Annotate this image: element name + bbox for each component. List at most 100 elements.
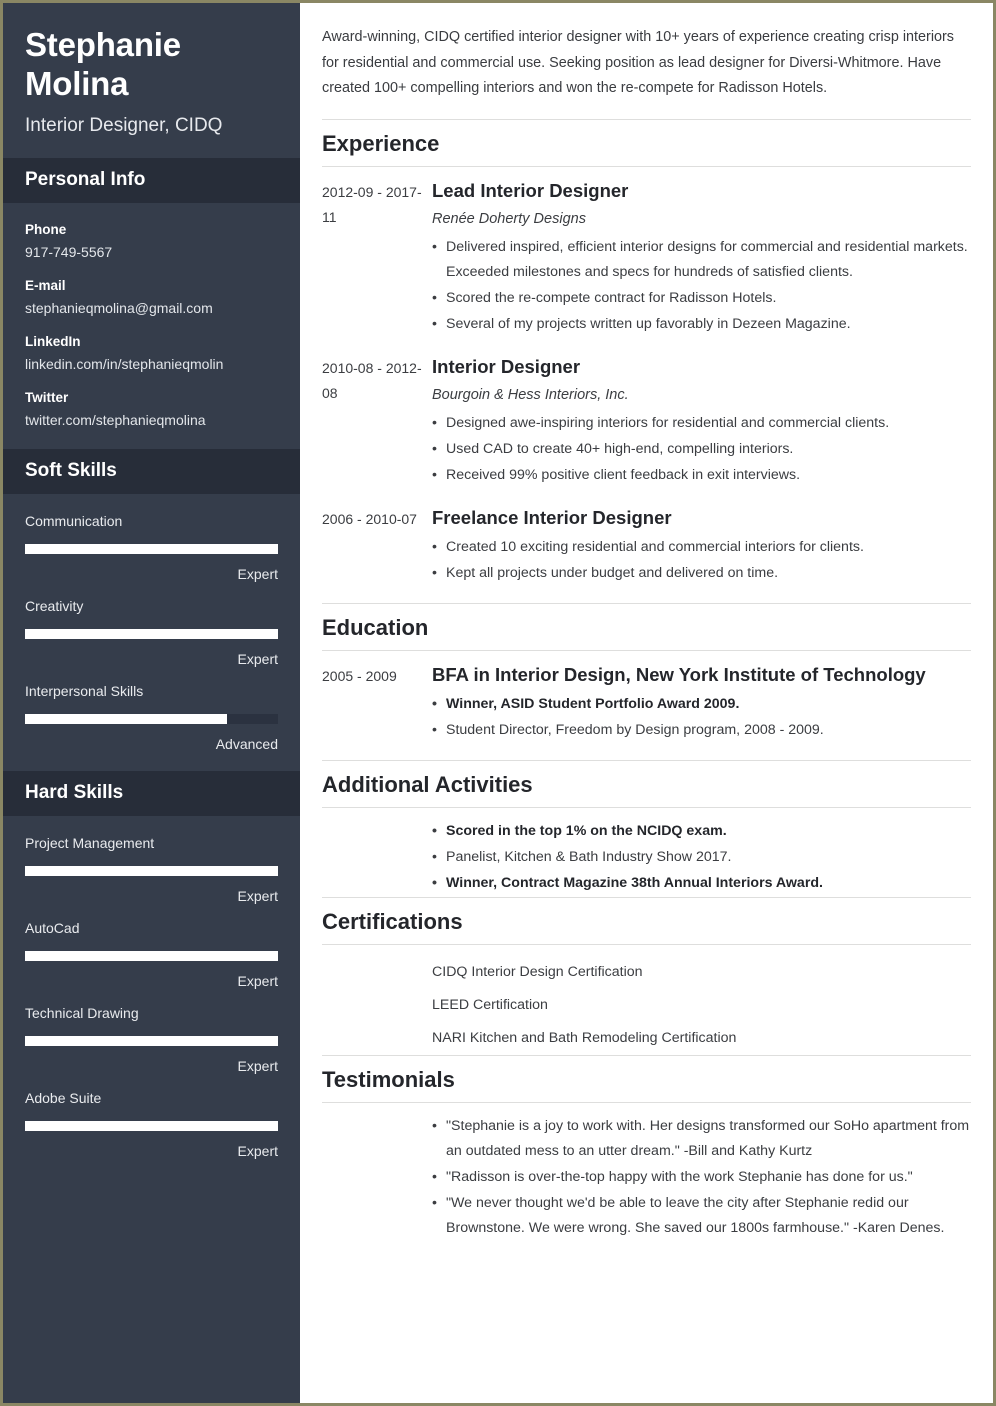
additional-activities-bullets: Scored in the top 1% on the NCIDQ exam.P… (432, 819, 971, 896)
skill-level-label: Expert (237, 566, 278, 582)
section-title-education: Education (322, 602, 971, 651)
resume-page: Stephanie Molina Interior Designer, CIDQ… (0, 0, 996, 1406)
personal-info-list: Phone 917-749-5567 E-mail stephanieqmolina@… (3, 203, 300, 449)
bullet-item: Delivered inspired, efficient interior d… (432, 235, 971, 285)
professional-summary: Award-winning, CIDQ certified interior d… (322, 29, 955, 96)
skill-item: Interpersonal Skills Advanced (25, 682, 278, 753)
bullet-item: Several of my projects written up favora… (432, 312, 971, 337)
personal-info-label: Phone (25, 222, 67, 237)
testimonials-bullets: "Stephanie is a joy to work with. Her de… (432, 1114, 971, 1241)
section-additional-activities: Additional Activities Scored in the top … (322, 759, 971, 897)
job-title-subtitle: Interior Designer, CIDQ (25, 115, 223, 136)
resume-entry: 2012-09 - 2017-11 Lead Interior Designer R… (322, 178, 971, 338)
entry-title: Freelance Interior Designer (432, 506, 672, 528)
section-title-certifications: Certifications (322, 896, 971, 945)
main-content: Award-winning, CIDQ certified interior d… (300, 3, 993, 1403)
skill-progress-bar (25, 951, 278, 961)
entry-bullets: Winner, ASID Student Portfolio Award 200… (432, 692, 971, 743)
skill-name: Creativity (25, 598, 84, 614)
testimonials-body: "Stephanie is a joy to work with. Her de… (322, 1103, 971, 1242)
entry-title: BFA in Interior Design, New York Institu… (432, 663, 926, 685)
skill-name: Technical Drawing (25, 1005, 139, 1021)
entry-organization: Renée Doherty Designs (432, 210, 586, 227)
bullet-item: Received 99% positive client feedback in… (432, 463, 971, 488)
entry-bullets: Designed awe-inspiring interiors for res… (432, 411, 971, 488)
entry-bullets: Delivered inspired, efficient interior d… (432, 235, 971, 337)
education-entries: 2005 - 2009 BFA in Interior Design, New Y… (322, 651, 971, 744)
bullet-item: Created 10 exciting residential and comm… (432, 535, 971, 560)
skill-item: Adobe Suite Expert (25, 1089, 278, 1160)
entry-main: BFA in Interior Design, New York Institu… (432, 662, 971, 744)
skill-level-label: Expert (237, 1058, 278, 1074)
section-experience: Experience 2012-09 - 2017-11 Lead Interio… (322, 118, 971, 587)
sidebar-section-header-personal-info: Personal Info (3, 158, 300, 203)
bullet-item: Panelist, Kitchen & Bath Industry Show 2… (432, 845, 971, 870)
bullet-item: Designed awe-inspiring interiors for res… (432, 411, 971, 436)
skill-progress-bar (25, 866, 278, 876)
bullet-item: "Stephanie is a joy to work with. Her de… (432, 1114, 971, 1164)
section-title-testimonials: Testimonials (322, 1054, 971, 1103)
entry-dates: 2005 - 2009 (322, 667, 397, 684)
sidebar-filler (3, 1178, 300, 1403)
skill-progress-fill (25, 866, 278, 876)
certification-item: NARI Kitchen and Bath Remodeling Certifi… (432, 1029, 737, 1046)
bullet-item: Scored in the top 1% on the NCIDQ exam. (432, 819, 971, 844)
resume-entry: 2005 - 2009 BFA in Interior Design, New Y… (322, 662, 971, 744)
sidebar-section-header-hard-skills: Hard Skills (3, 771, 300, 816)
bullet-item: "Radisson is over-the-top happy with the… (432, 1165, 971, 1190)
skill-item: Communication Expert (25, 512, 278, 583)
certifications-body: CIDQ Interior Design Certification LEED C… (322, 945, 971, 1055)
indent-spacer (322, 819, 432, 897)
entry-main: Interior Designer Bourgoin & Hess Interio… (432, 354, 971, 489)
indent-spacer (322, 956, 432, 1055)
skill-progress-fill (25, 629, 278, 639)
skill-progress-bar (25, 714, 278, 724)
skill-name: Interpersonal Skills (25, 683, 144, 699)
bullet-item: Winner, ASID Student Portfolio Award 200… (432, 692, 971, 717)
skill-progress-fill (25, 1121, 278, 1131)
bullet-item: Winner, Contract Magazine 38th Annual In… (432, 871, 971, 896)
skill-item: AutoCad Expert (25, 919, 278, 990)
section-title-additional-activities: Additional Activities (322, 759, 971, 808)
personal-info-item: LinkedIn linkedin.com/in/stephanieqmolin (25, 333, 278, 374)
personal-info-label: Twitter (25, 390, 69, 405)
soft-skills-list: Communication Expert Creativity Expert Inter… (3, 494, 300, 771)
bullet-item: Scored the re-compete contract for Radis… (432, 286, 971, 311)
section-education: Education 2005 - 2009 BFA in Interior Des… (322, 602, 971, 744)
section-title-experience: Experience (322, 118, 971, 167)
skill-level-label: Expert (237, 651, 278, 667)
entry-title: Interior Designer (432, 355, 581, 377)
entry-main: Lead Interior Designer Renée Doherty Desi… (432, 178, 971, 338)
skill-name: Project Management (25, 835, 155, 851)
bullet-item: "We never thought we'd be able to leave … (432, 1191, 971, 1241)
personal-info-item: Phone 917-749-5567 (25, 221, 278, 262)
personal-info-value: linkedin.com/in/stephanieqmolin (25, 356, 224, 372)
additional-activities-body: Scored in the top 1% on the NCIDQ exam.P… (322, 808, 971, 897)
certification-item: LEED Certification (432, 996, 548, 1013)
skill-progress-fill (25, 1036, 278, 1046)
bullet-item: Student Director, Freedom by Design prog… (432, 718, 971, 743)
indent-spacer (322, 1114, 432, 1242)
personal-info-item: E-mail stephanieqmolina@gmail.com (25, 277, 278, 318)
entry-dates: 2010-08 - 2012-08 (322, 359, 422, 401)
skill-progress-bar (25, 629, 278, 639)
skill-level-label: Expert (237, 973, 278, 989)
resume-entry: 2010-08 - 2012-08 Interior Designer Bourgo… (322, 354, 971, 489)
personal-info-value: 917-749-5567 (25, 244, 113, 260)
entry-main: Freelance Interior Designer Created 10 ex… (432, 505, 971, 587)
skill-name: Communication (25, 513, 123, 529)
skill-level-label: Expert (237, 888, 278, 904)
bullet-item: Kept all projects under budget and deliv… (432, 561, 971, 586)
experience-entries: 2012-09 - 2017-11 Lead Interior Designer R… (322, 167, 971, 587)
entry-title: Lead Interior Designer (432, 179, 629, 201)
sidebar-section-header-soft-skills: Soft Skills (3, 449, 300, 494)
page-title: Stephanie Molina (25, 26, 181, 102)
personal-info-label: LinkedIn (25, 334, 81, 349)
section-certifications: Certifications CIDQ Interior Design Cert… (322, 896, 971, 1055)
skill-level-label: Expert (237, 1143, 278, 1159)
hard-skills-list: Project Management Expert AutoCad Expert Tec… (3, 816, 300, 1178)
skill-progress-bar (25, 1121, 278, 1131)
skill-level-label: Advanced (215, 736, 278, 752)
certification-item: CIDQ Interior Design Certification (432, 963, 643, 980)
skill-progress-fill (25, 544, 278, 554)
